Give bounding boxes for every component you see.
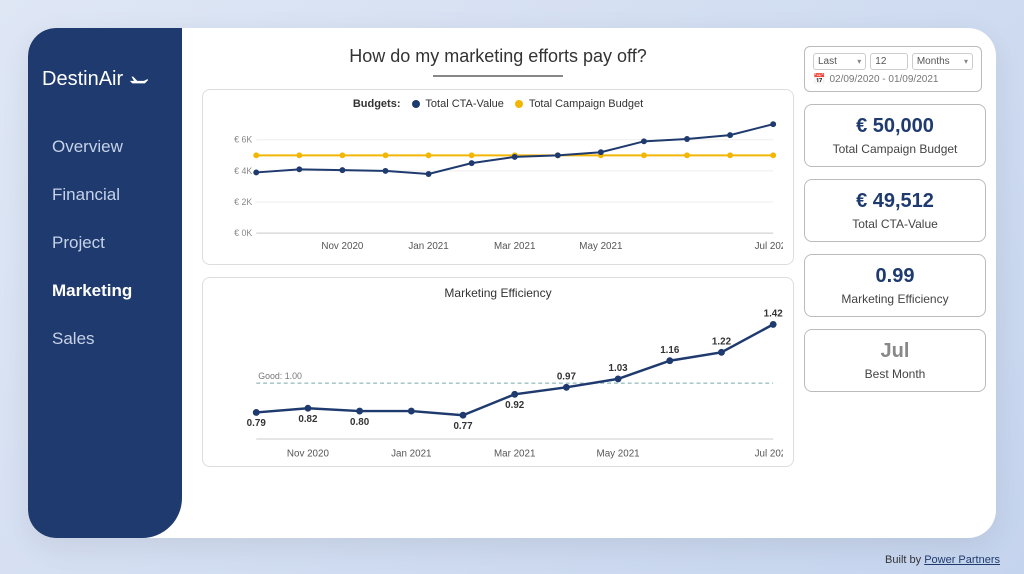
chevron-down-icon: ▾ xyxy=(964,57,968,66)
svg-text:0.97: 0.97 xyxy=(557,371,577,382)
svg-text:0.92: 0.92 xyxy=(505,400,525,411)
legend-budget: Total Campaign Budget xyxy=(529,98,643,110)
kpi-value: € 49,512 xyxy=(811,190,979,213)
svg-text:1.42: 1.42 xyxy=(764,309,783,320)
svg-text:0.79: 0.79 xyxy=(247,418,267,429)
kpi-label: Total Campaign Budget xyxy=(811,142,979,156)
sidebar: DestinAir Overview Financial Project Mar… xyxy=(28,28,182,538)
legend-dot-budget-icon xyxy=(515,100,523,108)
nav-item-project[interactable]: Project xyxy=(52,233,182,253)
efficiency-chart: Good: 1.00 Nov 2020 Jan 2021 Mar 2021 May 20… xyxy=(213,302,783,462)
nav-item-overview[interactable]: Overview xyxy=(52,137,182,157)
kpi-total-cta: € 49,512 Total CTA-Value xyxy=(804,179,986,242)
svg-text:Mar 2021: Mar 2021 xyxy=(494,449,535,460)
brand-plane-icon xyxy=(129,73,149,87)
main-area: How do my marketing efforts pay off? Bud… xyxy=(182,28,996,538)
nav-item-marketing[interactable]: Marketing xyxy=(52,281,182,301)
svg-text:€ 0K: € 0K xyxy=(234,228,252,238)
svg-text:Jul 2021: Jul 2021 xyxy=(755,449,783,460)
svg-text:Jul 2021: Jul 2021 xyxy=(755,241,783,252)
svg-text:1.16: 1.16 xyxy=(660,345,680,356)
brand: DestinAir xyxy=(28,58,182,121)
svg-text:0.80: 0.80 xyxy=(350,417,370,428)
svg-text:€ 4K: € 4K xyxy=(234,166,252,176)
legend-dot-cta-icon xyxy=(412,100,420,108)
kpi-value: 0.99 xyxy=(811,265,979,288)
chevron-down-icon: ▾ xyxy=(857,57,861,66)
svg-text:€ 6K: € 6K xyxy=(234,135,252,145)
count-label: 12 xyxy=(875,56,886,67)
date-preset-row: Last ▾ 12 Months ▾ xyxy=(813,53,973,70)
kpi-efficiency: 0.99 Marketing Efficiency xyxy=(804,254,986,317)
svg-text:€ 2K: € 2K xyxy=(234,197,252,207)
svg-text:Good: 1.00: Good: 1.00 xyxy=(258,371,302,381)
kpi-label: Best Month xyxy=(811,367,979,381)
kpi-best-month: Jul Best Month xyxy=(804,329,986,392)
svg-text:May 2021: May 2021 xyxy=(597,449,640,460)
svg-text:Jan 2021: Jan 2021 xyxy=(391,449,431,460)
preset-label: Last xyxy=(818,56,837,67)
efficiency-chart-card: Marketing Efficiency Good: 1.00 Nov 2020 J… xyxy=(202,277,794,467)
kpi-column: Last ▾ 12 Months ▾ 📅 02/09/2020 - 01/09/… xyxy=(804,46,986,520)
svg-text:1.03: 1.03 xyxy=(609,363,629,374)
date-range-text: 02/09/2020 - 01/09/2021 xyxy=(829,74,938,85)
footer: Built by Power Partners xyxy=(885,554,1000,566)
budgets-legend: Budgets: Total CTA-Value Total Campaign … xyxy=(213,98,783,110)
svg-text:Nov 2020: Nov 2020 xyxy=(321,241,364,252)
nav-item-financial[interactable]: Financial xyxy=(52,185,182,205)
kpi-value: Jul xyxy=(811,340,979,363)
count-dropdown[interactable]: 12 xyxy=(870,53,908,70)
nav: Overview Financial Project Marketing Sal… xyxy=(28,121,182,349)
footer-prefix: Built by xyxy=(885,554,924,566)
app-root: DestinAir Overview Financial Project Mar… xyxy=(28,28,996,538)
svg-text:Nov 2020: Nov 2020 xyxy=(287,449,330,460)
efficiency-chart-title: Marketing Efficiency xyxy=(213,286,783,300)
date-range-box: Last ▾ 12 Months ▾ 📅 02/09/2020 - 01/09/… xyxy=(804,46,982,92)
charts-column: How do my marketing efforts pay off? Bud… xyxy=(202,46,794,520)
footer-link[interactable]: Power Partners xyxy=(924,554,1000,566)
kpi-label: Marketing Efficiency xyxy=(811,292,979,306)
svg-text:Jan 2021: Jan 2021 xyxy=(408,241,448,252)
calendar-icon: 📅 xyxy=(813,74,825,85)
svg-text:0.77: 0.77 xyxy=(453,421,473,432)
svg-text:0.82: 0.82 xyxy=(298,414,318,425)
svg-text:Mar 2021: Mar 2021 xyxy=(494,241,535,252)
svg-text:1.22: 1.22 xyxy=(712,336,732,347)
kpi-label: Total CTA-Value xyxy=(811,217,979,231)
kpi-value: € 50,000 xyxy=(811,115,979,138)
budgets-chart-card: Budgets: Total CTA-Value Total Campaign … xyxy=(202,89,794,265)
date-range-display: 📅 02/09/2020 - 01/09/2021 xyxy=(813,74,973,85)
page-header: How do my marketing efforts pay off? xyxy=(202,46,794,77)
preset-dropdown[interactable]: Last ▾ xyxy=(813,53,866,70)
page-title: How do my marketing efforts pay off? xyxy=(202,46,794,67)
unit-dropdown[interactable]: Months ▾ xyxy=(912,53,973,70)
brand-name: DestinAir xyxy=(42,68,123,91)
title-wrap: How do my marketing efforts pay off? xyxy=(202,46,794,77)
unit-label: Months xyxy=(917,56,950,67)
legend-prefix: Budgets: xyxy=(353,98,401,110)
budgets-chart: € 0K € 2K € 4K € 6K Nov 2020 Jan 2021 Mar 2021… xyxy=(213,114,783,254)
nav-item-sales[interactable]: Sales xyxy=(52,329,182,349)
kpi-total-budget: € 50,000 Total Campaign Budget xyxy=(804,104,986,167)
legend-cta: Total CTA-Value xyxy=(425,98,503,110)
svg-text:May 2021: May 2021 xyxy=(579,241,622,252)
title-underline xyxy=(433,75,563,77)
